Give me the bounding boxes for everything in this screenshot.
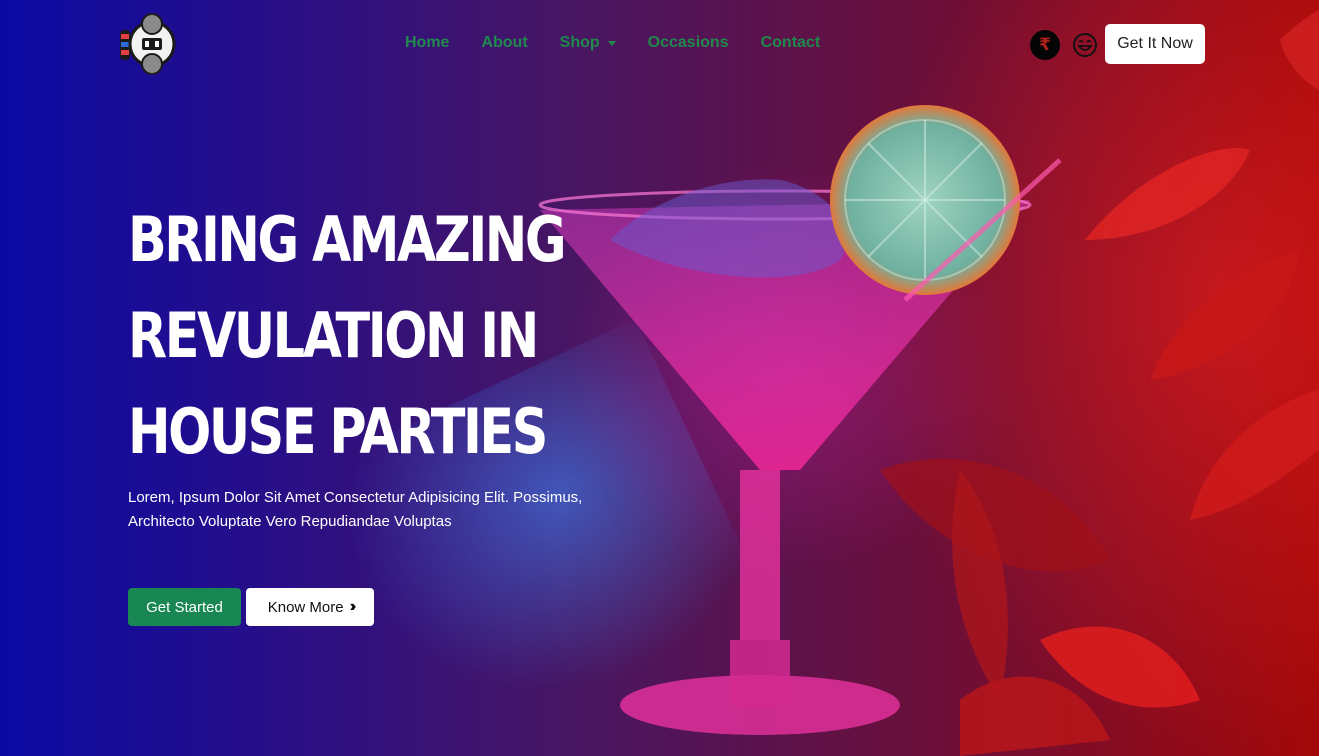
nav-shop[interactable]: Shop	[560, 34, 616, 52]
double-chevron-right-icon: ››	[349, 598, 356, 615]
laughing-face-icon[interactable]	[1072, 32, 1098, 58]
rupee-icon[interactable]: ₹	[1030, 30, 1060, 60]
get-started-button[interactable]: Get Started	[128, 588, 241, 626]
nav-shop-label: Shop	[559, 34, 600, 51]
nav-occasions[interactable]: Occasions	[648, 34, 729, 52]
dj-robot-logo[interactable]	[112, 12, 176, 76]
headline-line-3: HOUSE PARTIES	[128, 395, 548, 468]
know-more-button[interactable]: Know More ››	[246, 588, 374, 626]
description-line-2: Architecto Voluptate Vero Repudiandae Vo…	[128, 513, 452, 530]
nav-contact[interactable]: Contact	[761, 34, 821, 52]
top-navbar: Home About Shop Occasions Contact ₹ Get …	[0, 0, 1319, 88]
main-menu: Home About Shop Occasions Contact	[405, 34, 852, 52]
hero-description: Lorem, Ipsum Dolor Sit Amet Consectetur …	[128, 486, 628, 534]
lemon-slice	[830, 105, 1020, 295]
headline-line-2: REVULATION IN	[128, 299, 539, 372]
description-line-1: Lorem, Ipsum Dolor Sit Amet Consectetur …	[128, 489, 583, 506]
hero-headline: BRING AMAZING REVULATION IN HOUSE PARTIE…	[128, 192, 567, 480]
caret-down-icon	[607, 40, 616, 46]
nav-about[interactable]: About	[481, 34, 527, 52]
headline-line-1: BRING AMAZING	[128, 203, 567, 276]
nav-home[interactable]: Home	[405, 34, 449, 52]
get-it-now-button[interactable]: Get It Now	[1105, 24, 1205, 64]
know-more-label: Know More	[267, 598, 344, 616]
